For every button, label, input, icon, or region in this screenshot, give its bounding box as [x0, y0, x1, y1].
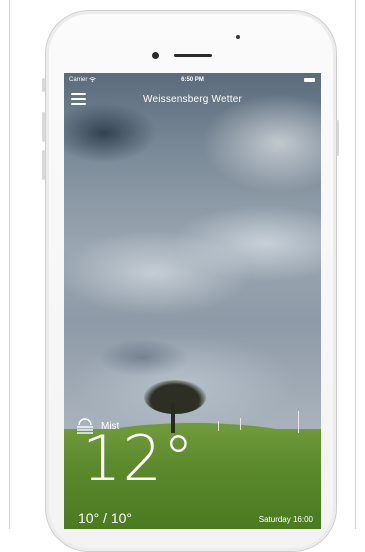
- status-bar: Carrier 6:50 PM: [64, 73, 321, 87]
- earpiece-speaker: [174, 54, 212, 57]
- front-sensor: [236, 35, 240, 39]
- fence-post: [218, 421, 219, 431]
- fence-post: [298, 411, 299, 433]
- status-time: 6:50 PM: [181, 77, 204, 83]
- page-title: Weissensberg Wetter: [142, 94, 243, 105]
- battery-icon: [304, 78, 315, 82]
- forecast-datetime: Saturday 16:00: [258, 515, 313, 524]
- page-border-left: [9, 0, 10, 529]
- tree-crown: [144, 380, 206, 414]
- fence-post: [240, 418, 241, 430]
- page-border-right: [355, 0, 356, 529]
- app-screen: Carrier 6:50 PM Weissensberg Wetter Mist…: [64, 73, 321, 529]
- temperature-range: 10° / 10°: [78, 510, 133, 526]
- current-temperature: 12°: [82, 422, 195, 495]
- front-camera: [152, 52, 159, 59]
